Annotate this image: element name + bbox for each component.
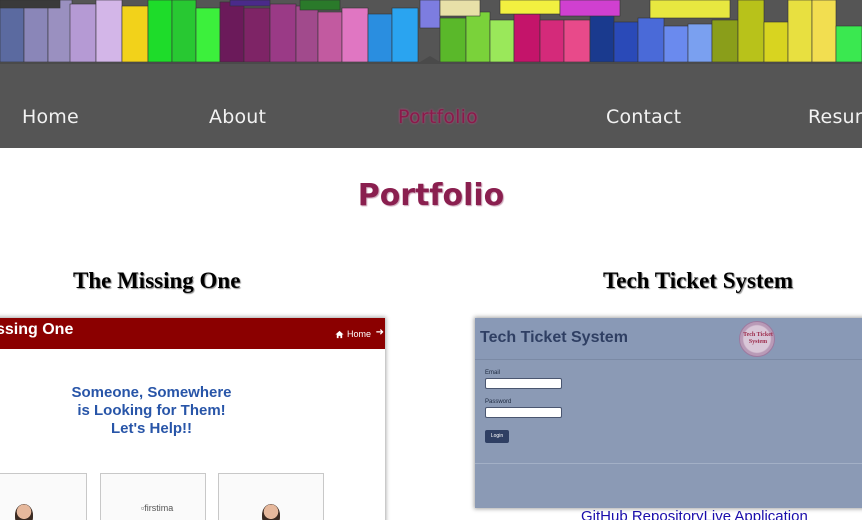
screenshot-home-label: Home <box>346 329 371 339</box>
person-photo <box>262 504 280 520</box>
nav-home-link[interactable]: Home <box>22 106 79 128</box>
login-button: Login <box>485 430 509 443</box>
banner-graphic <box>0 0 862 64</box>
email-field <box>485 378 562 389</box>
tagline-line-2: is Looking for Them! <box>77 402 226 419</box>
person-card: ▫firstima <box>100 473 206 520</box>
app-logo-text: Tech Ticket System <box>743 332 773 345</box>
project-links: GitHub RepositoryLive Application <box>581 508 808 520</box>
project-screenshot-missing-one[interactable]: ssing One Home ➜ Someone, Somewhere is L… <box>0 318 385 520</box>
broken-image: ▫firstima <box>141 503 174 513</box>
github-repo-link[interactable]: GitHub Repository <box>581 508 704 520</box>
screenshot-tagline: Someone, Somewhere is Looking for Them! … <box>0 384 313 438</box>
page-title: Portfolio <box>357 178 505 213</box>
project-title-missing-one: The Missing One <box>73 268 241 293</box>
screenshot-header: Tech Ticket System Tech Ticket System <box>475 318 862 360</box>
person-card <box>218 473 324 520</box>
main-nav: Home About Portfolio Contact Resum <box>0 64 862 148</box>
screenshot-navbar: ssing One Home ➜ <box>0 318 385 349</box>
screenshot-brand: ssing One <box>0 321 74 338</box>
tagline-line-1: Someone, Somewhere <box>71 384 232 401</box>
screenshot-app-title: Tech Ticket System <box>480 329 628 346</box>
project-title-tech-ticket: Tech Ticket System <box>603 268 793 293</box>
nav-portfolio-link[interactable]: Portfolio <box>398 106 478 128</box>
screenshot-divider <box>475 463 862 464</box>
live-app-link[interactable]: Live Application <box>704 508 808 520</box>
tagline-line-3: Let's Help!! <box>110 420 193 437</box>
nav-contact-link[interactable]: Contact <box>606 106 681 128</box>
password-label: Password <box>485 399 512 405</box>
person-card <box>0 473 87 520</box>
screenshot-home-link: Home <box>335 329 371 339</box>
nav-resume-link[interactable]: Resum <box>808 106 862 128</box>
person-photo <box>15 504 33 520</box>
nav-about-link[interactable]: About <box>209 106 266 128</box>
password-field <box>485 407 562 418</box>
sign-in-icon: ➜ <box>375 327 384 338</box>
home-icon <box>335 330 344 338</box>
email-label: Email <box>485 370 501 376</box>
broken-image-alt: firstima <box>144 503 174 513</box>
header-banner <box>0 0 862 64</box>
app-logo: Tech Ticket System <box>739 321 775 357</box>
project-screenshot-tech-ticket[interactable]: Tech Ticket System Tech Ticket System Em… <box>475 318 862 508</box>
